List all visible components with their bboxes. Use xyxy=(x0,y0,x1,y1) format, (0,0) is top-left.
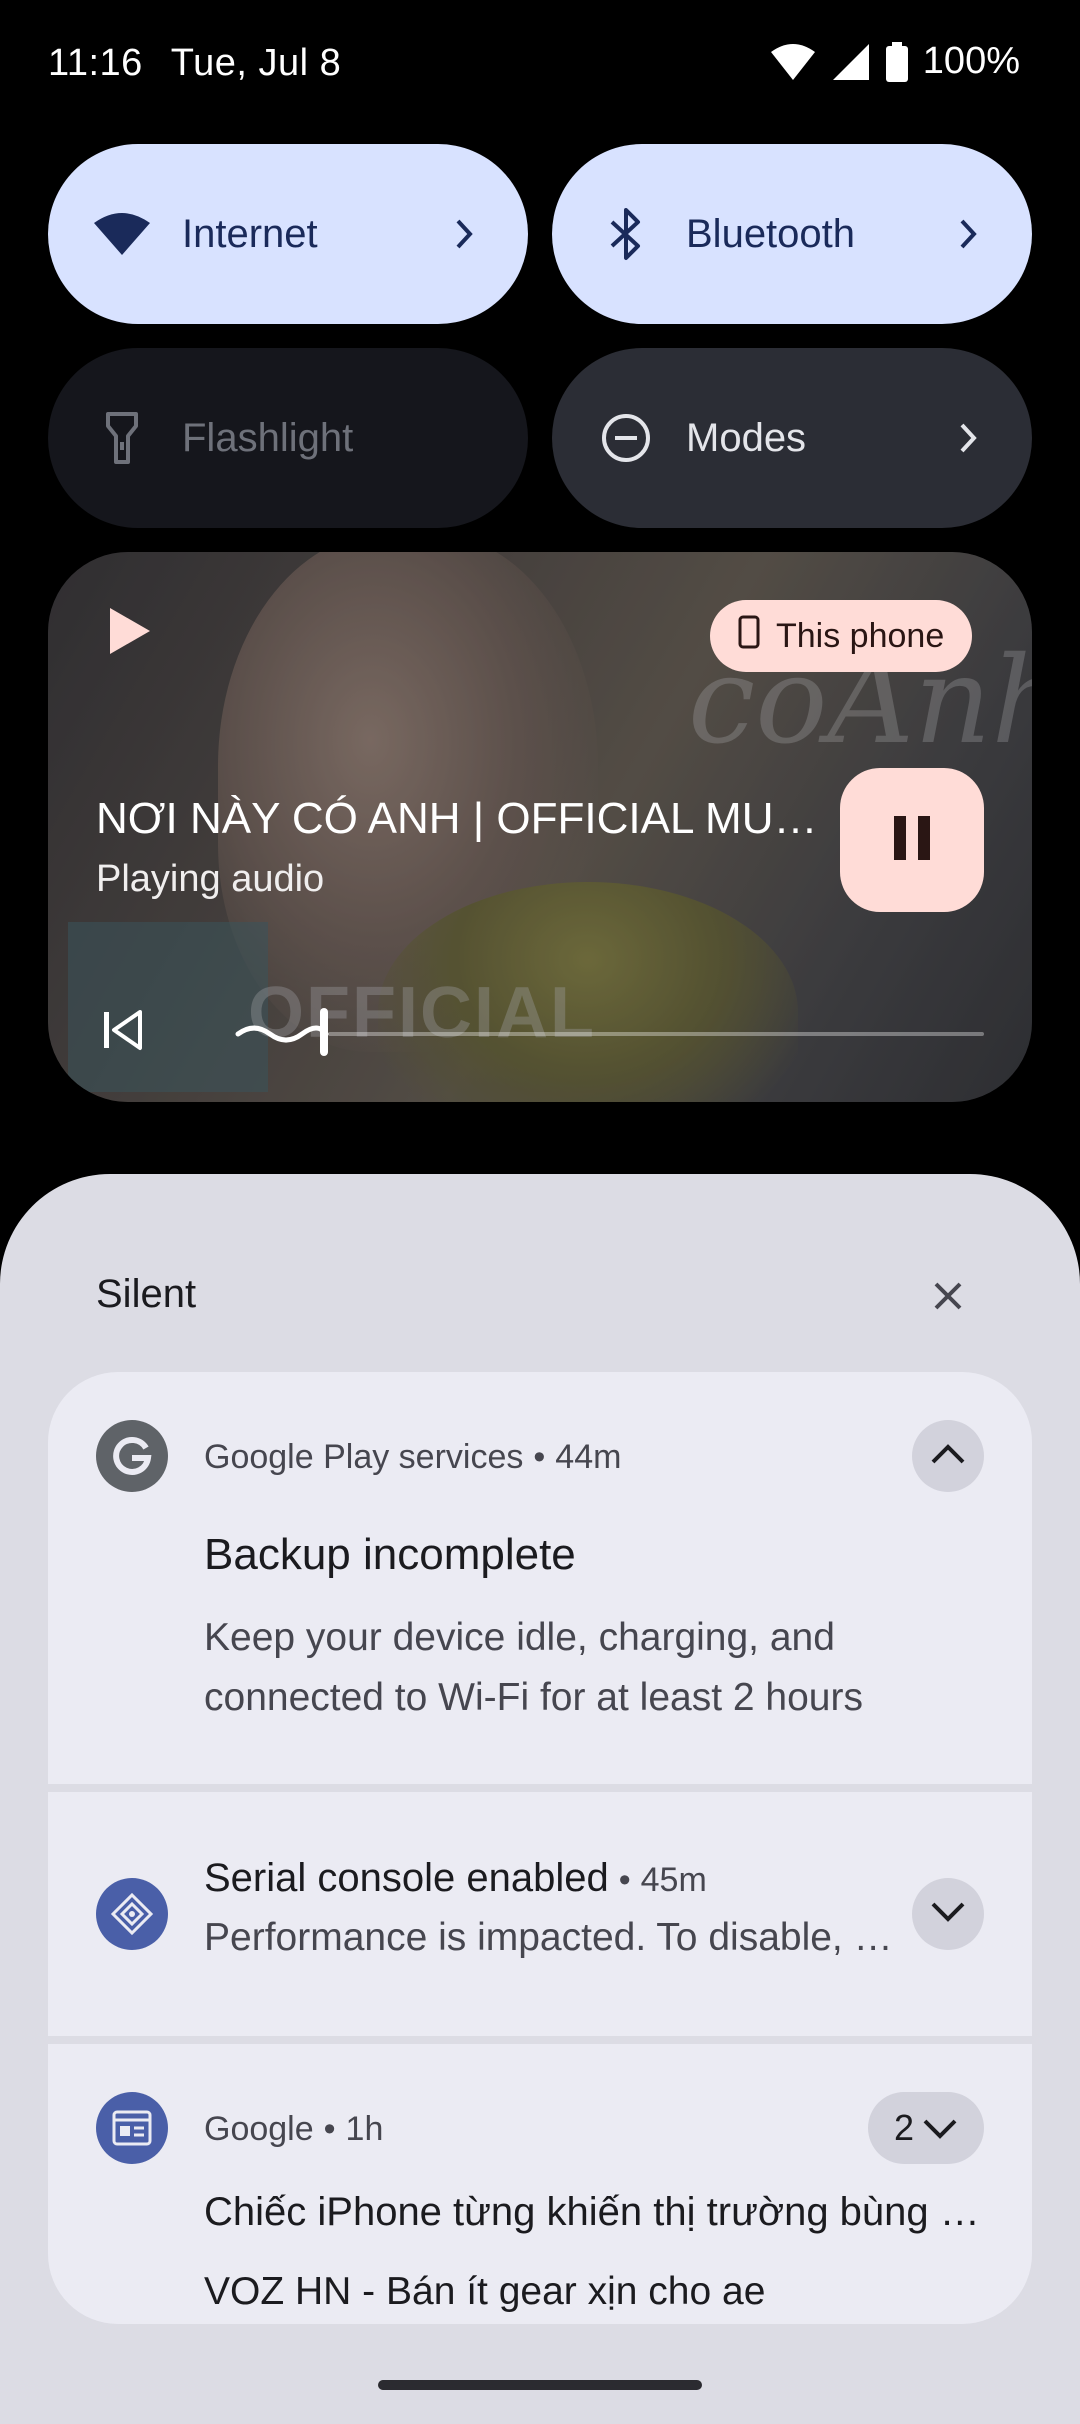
status-bar-clock: 11:16 Tue, Jul 8 xyxy=(48,42,341,85)
serial-console-icon xyxy=(96,1878,168,1950)
notification-serial-console[interactable]: Serial console enabled • 45m Performance i… xyxy=(48,1792,1032,2036)
notification-google[interactable]: Google • 1h 2 Chiếc iPhone từng khiến thị … xyxy=(48,2044,1032,2324)
media-title: NƠI NÀY CÓ ANH | OFFICIAL MUSIC VIDEO xyxy=(96,794,836,843)
chevron-right-icon xyxy=(948,204,988,264)
seek-progress-squiggle xyxy=(234,1004,334,1065)
status-date: Tue, Jul 8 xyxy=(170,42,342,84)
app-play-icon xyxy=(104,604,154,663)
collapse-button[interactable] xyxy=(912,1420,984,1492)
navigation-handle[interactable] xyxy=(378,2380,702,2390)
flashlight-tile[interactable]: Flashlight xyxy=(48,348,528,528)
status-icons: 100% xyxy=(769,40,1020,83)
skip-previous-icon xyxy=(100,1008,144,1057)
wifi-status-icon xyxy=(769,42,817,82)
notification-body-line: connected to Wi-Fi for at least 2 hours xyxy=(204,1676,863,1719)
pause-icon xyxy=(892,814,932,867)
expand-button[interactable] xyxy=(912,1878,984,1950)
output-label: This phone xyxy=(776,616,945,655)
notification-body: Keep your device idle, charging, and con… xyxy=(204,1608,863,1728)
clear-silent-button[interactable] xyxy=(920,1270,976,1326)
notification-app-name: Google Play services xyxy=(204,1438,524,1476)
status-time: 11:16 xyxy=(48,42,143,84)
bluetooth-icon xyxy=(596,204,656,264)
previous-track-button[interactable] xyxy=(94,1004,150,1060)
notification-header-line: Serial console enabled • 45m xyxy=(204,1856,707,1900)
modes-tile[interactable]: Modes xyxy=(552,348,1032,528)
notification-time: 1h xyxy=(345,2110,384,2148)
bluetooth-tile[interactable]: Bluetooth xyxy=(552,144,1032,324)
chevron-right-icon xyxy=(444,204,484,264)
notification-count: 2 xyxy=(893,2107,915,2148)
notification-body: VOZ HN - Bán ít gear xịn cho ae xyxy=(204,2270,766,2313)
wifi-icon xyxy=(92,204,152,264)
media-subtitle: Playing audio xyxy=(96,858,325,900)
notification-title: Backup incomplete xyxy=(204,1530,576,1579)
notification-body-line: Keep your device idle, charging, and xyxy=(204,1616,835,1659)
notification-time: 45m xyxy=(640,1861,707,1899)
bluetooth-tile-label: Bluetooth xyxy=(686,211,856,256)
notification-meta: Google Play services • 44m xyxy=(204,1438,622,1476)
internet-tile-label: Internet xyxy=(182,211,318,256)
chevron-down-icon xyxy=(930,1901,966,1928)
google-news-icon xyxy=(96,2092,168,2164)
close-icon xyxy=(932,1280,964,1317)
chevron-down-icon xyxy=(922,2107,958,2149)
modes-tile-label: Modes xyxy=(686,415,807,460)
silent-section-header: Silent xyxy=(96,1272,197,1316)
notification-count-button[interactable]: 2 xyxy=(868,2092,984,2164)
notification-time: 44m xyxy=(555,1438,622,1476)
internet-tile[interactable]: Internet xyxy=(48,144,528,324)
notification-title: Chiếc iPhone từng khiến thị trường bùng … xyxy=(204,2190,984,2234)
pause-button[interactable] xyxy=(840,768,984,912)
notification-title: Serial console enabled xyxy=(204,1856,609,1900)
google-g-icon xyxy=(96,1420,168,1492)
flashlight-icon xyxy=(92,408,152,468)
flashlight-tile-label: Flashlight xyxy=(182,415,354,460)
battery-icon xyxy=(885,41,909,82)
signal-icon xyxy=(831,42,871,82)
seek-bar[interactable] xyxy=(328,1032,984,1036)
output-switcher-chip[interactable]: This phone xyxy=(710,600,973,672)
notification-meta: Google • 1h xyxy=(204,2110,384,2148)
phone-icon xyxy=(738,615,760,658)
notification-list: Google Play services • 44m Backup incomple… xyxy=(48,1372,1032,2324)
notification-app-name: Google xyxy=(204,2110,314,2148)
notification-body: Performance is impacted. To disable, che… xyxy=(204,1916,904,1959)
notification-backup[interactable]: Google Play services • 44m Backup incomple… xyxy=(48,1372,1032,1784)
modes-icon xyxy=(596,408,656,468)
battery-percent: 100% xyxy=(922,40,1020,82)
chevron-up-icon xyxy=(930,1443,966,1470)
chevron-right-icon xyxy=(948,408,988,468)
media-player-card[interactable]: OFFICIAL cóAnh This phone NƠI NÀY CÓ ANH… xyxy=(48,552,1032,1102)
